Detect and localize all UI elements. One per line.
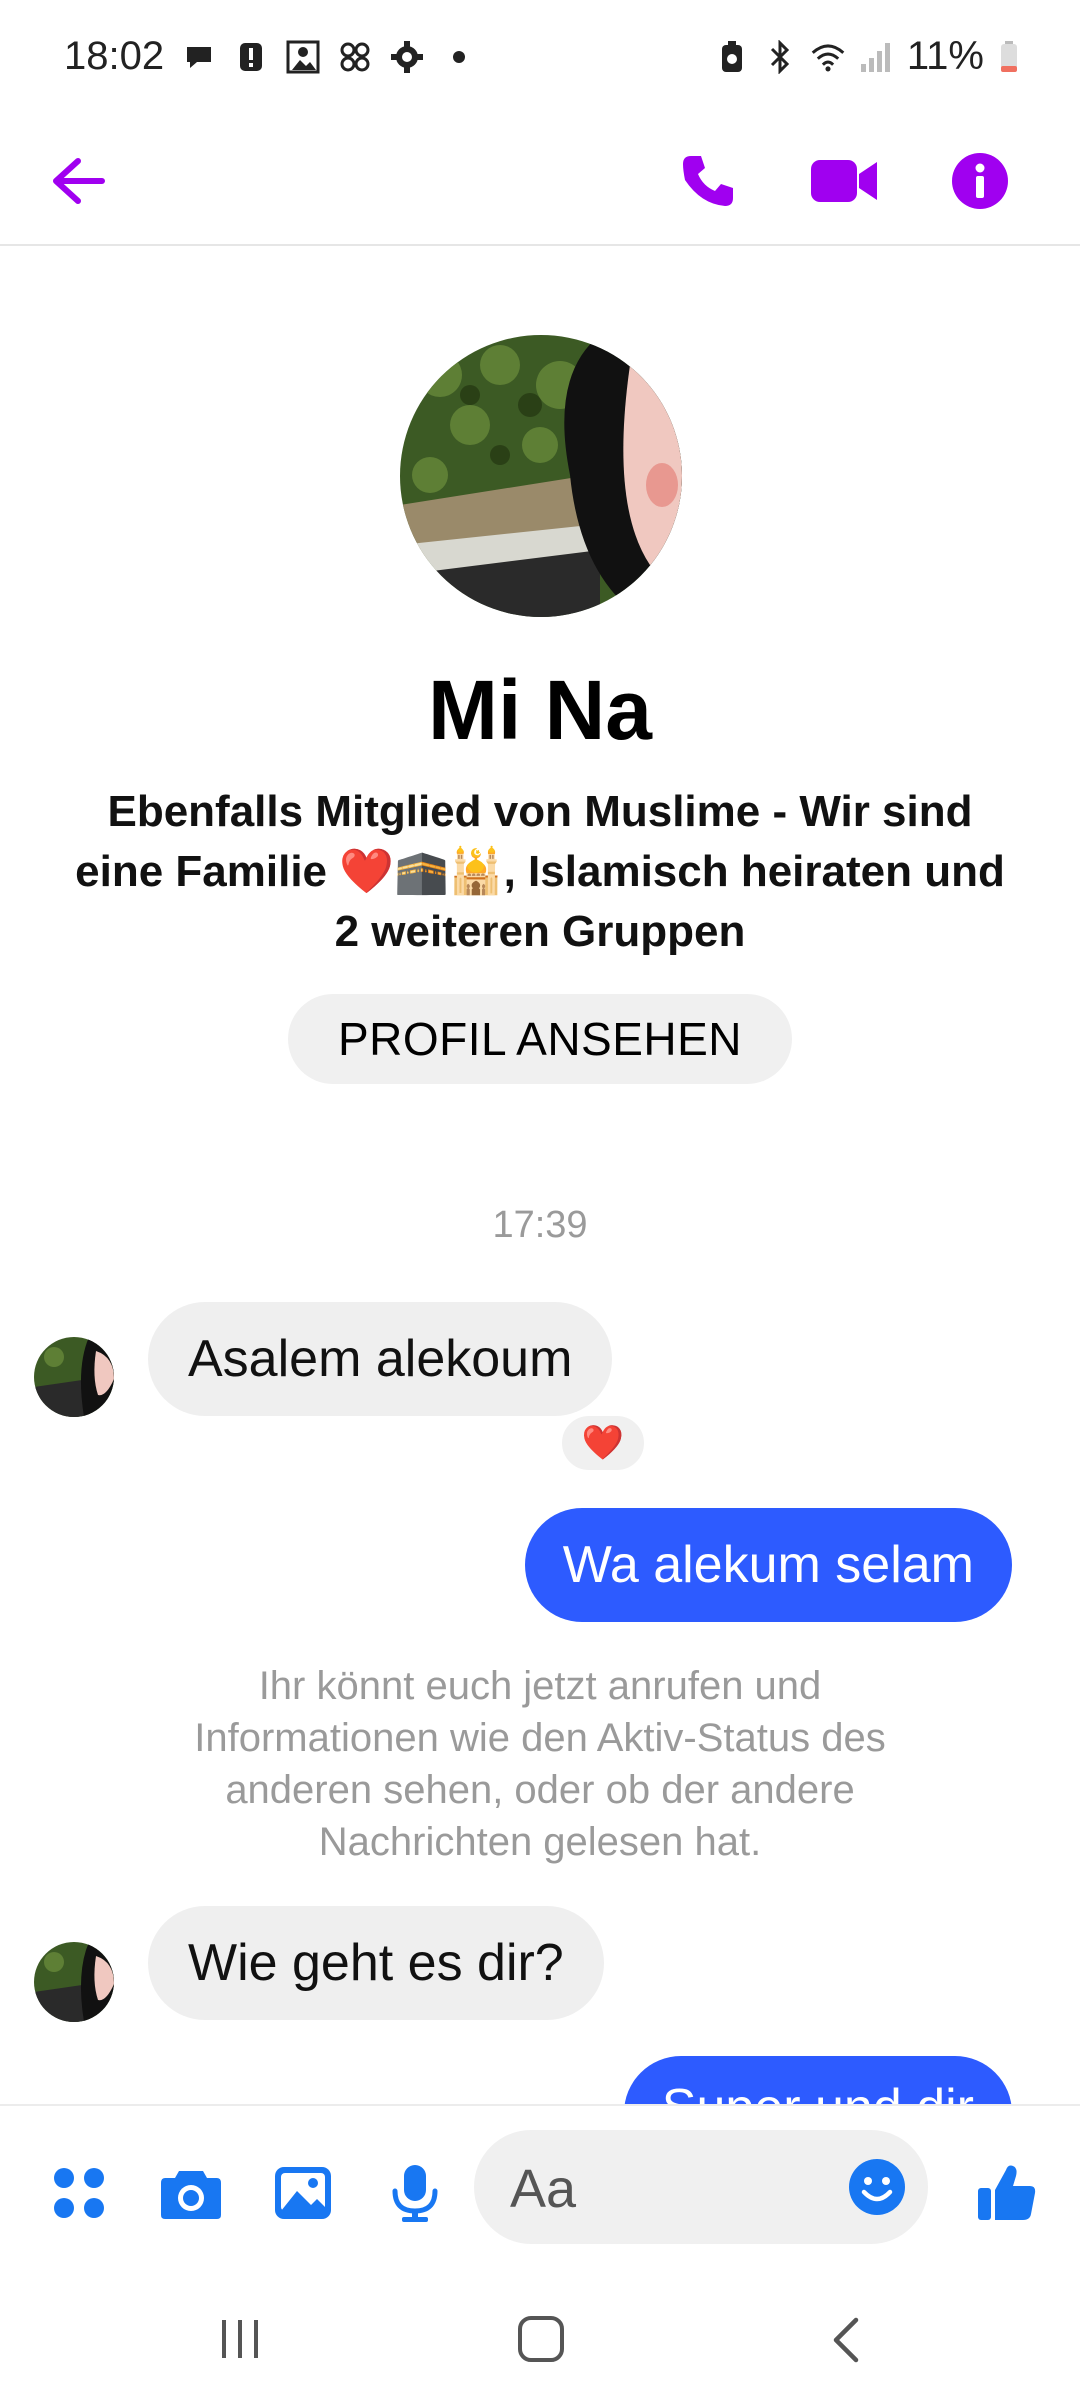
- phone-icon: [679, 152, 737, 215]
- profile-name: Mi Na: [427, 663, 653, 757]
- notification-icons: [182, 40, 476, 74]
- alert-icon: [234, 40, 268, 74]
- system-message: Ihr könnt euch jetzt anrufen und Informa…: [194, 1664, 886, 1864]
- message-input[interactable]: Aa: [474, 2130, 928, 2244]
- system-icons: 11%: [715, 34, 1020, 79]
- chat-bubble-icon: [182, 40, 216, 74]
- like-button[interactable]: [972, 2160, 1042, 2230]
- message-timestamp: 17:39: [492, 1204, 588, 1246]
- microphone-icon: [390, 2163, 440, 2228]
- wifi-icon: [811, 40, 845, 74]
- info-icon: [951, 152, 1009, 215]
- system-nav-bar: [0, 2284, 1080, 2400]
- arrow-left-icon: [50, 156, 106, 211]
- chat-header: [0, 120, 1080, 246]
- settings-gear-icon: [390, 40, 424, 74]
- battery-percent: 11%: [906, 34, 984, 78]
- video-call-button[interactable]: [794, 120, 894, 246]
- smiley-icon[interactable]: [848, 2158, 906, 2221]
- bluetooth-icon: [763, 39, 797, 74]
- image-icon: [273, 2165, 333, 2226]
- sender-avatar[interactable]: [34, 1337, 114, 1417]
- battery-saver-icon: [715, 40, 749, 74]
- profile-groups-description: Ebenfalls Mitglied von Muslime - Wir sin…: [75, 787, 1005, 956]
- view-profile-button[interactable]: PROFIL ANSEHEN: [288, 994, 792, 1084]
- back-button[interactable]: [28, 120, 128, 246]
- pinwheel-icon: [338, 40, 372, 74]
- profile-avatar[interactable]: [400, 335, 682, 617]
- sender-avatar[interactable]: [34, 1942, 114, 2022]
- gallery-icon: [286, 40, 320, 74]
- gallery-button[interactable]: [268, 2160, 338, 2230]
- heart-reaction[interactable]: ❤️: [558, 1412, 648, 1474]
- status-bar: 18:02 11%: [0, 0, 1080, 120]
- voice-message-button[interactable]: [380, 2160, 450, 2230]
- battery-icon: [998, 40, 1020, 74]
- dot-icon: [442, 40, 476, 74]
- message-bubble-incoming[interactable]: Asalem alekoum: [148, 1302, 613, 1416]
- audio-call-button[interactable]: [658, 120, 758, 246]
- home-icon[interactable]: [516, 2314, 566, 2369]
- apps-grid-button[interactable]: [44, 2160, 114, 2230]
- message-bubble-outgoing[interactable]: Wa alekum selam: [524, 1508, 1012, 1622]
- video-camera-icon: [809, 156, 879, 211]
- recent-apps-icon[interactable]: [218, 2316, 264, 2367]
- message-input-placeholder: Aa: [510, 2159, 577, 2219]
- status-time: 18:02: [64, 34, 165, 78]
- camera-button[interactable]: [156, 2160, 226, 2230]
- thumbs-up-icon: [976, 2162, 1038, 2229]
- camera-icon: [159, 2165, 223, 2226]
- info-button[interactable]: [930, 120, 1030, 246]
- signal-icon: [859, 40, 893, 74]
- back-icon[interactable]: [826, 2316, 866, 2369]
- message-bubble-incoming[interactable]: Wie geht es dir?: [148, 1906, 604, 2020]
- apps-grid-icon: [51, 2165, 107, 2226]
